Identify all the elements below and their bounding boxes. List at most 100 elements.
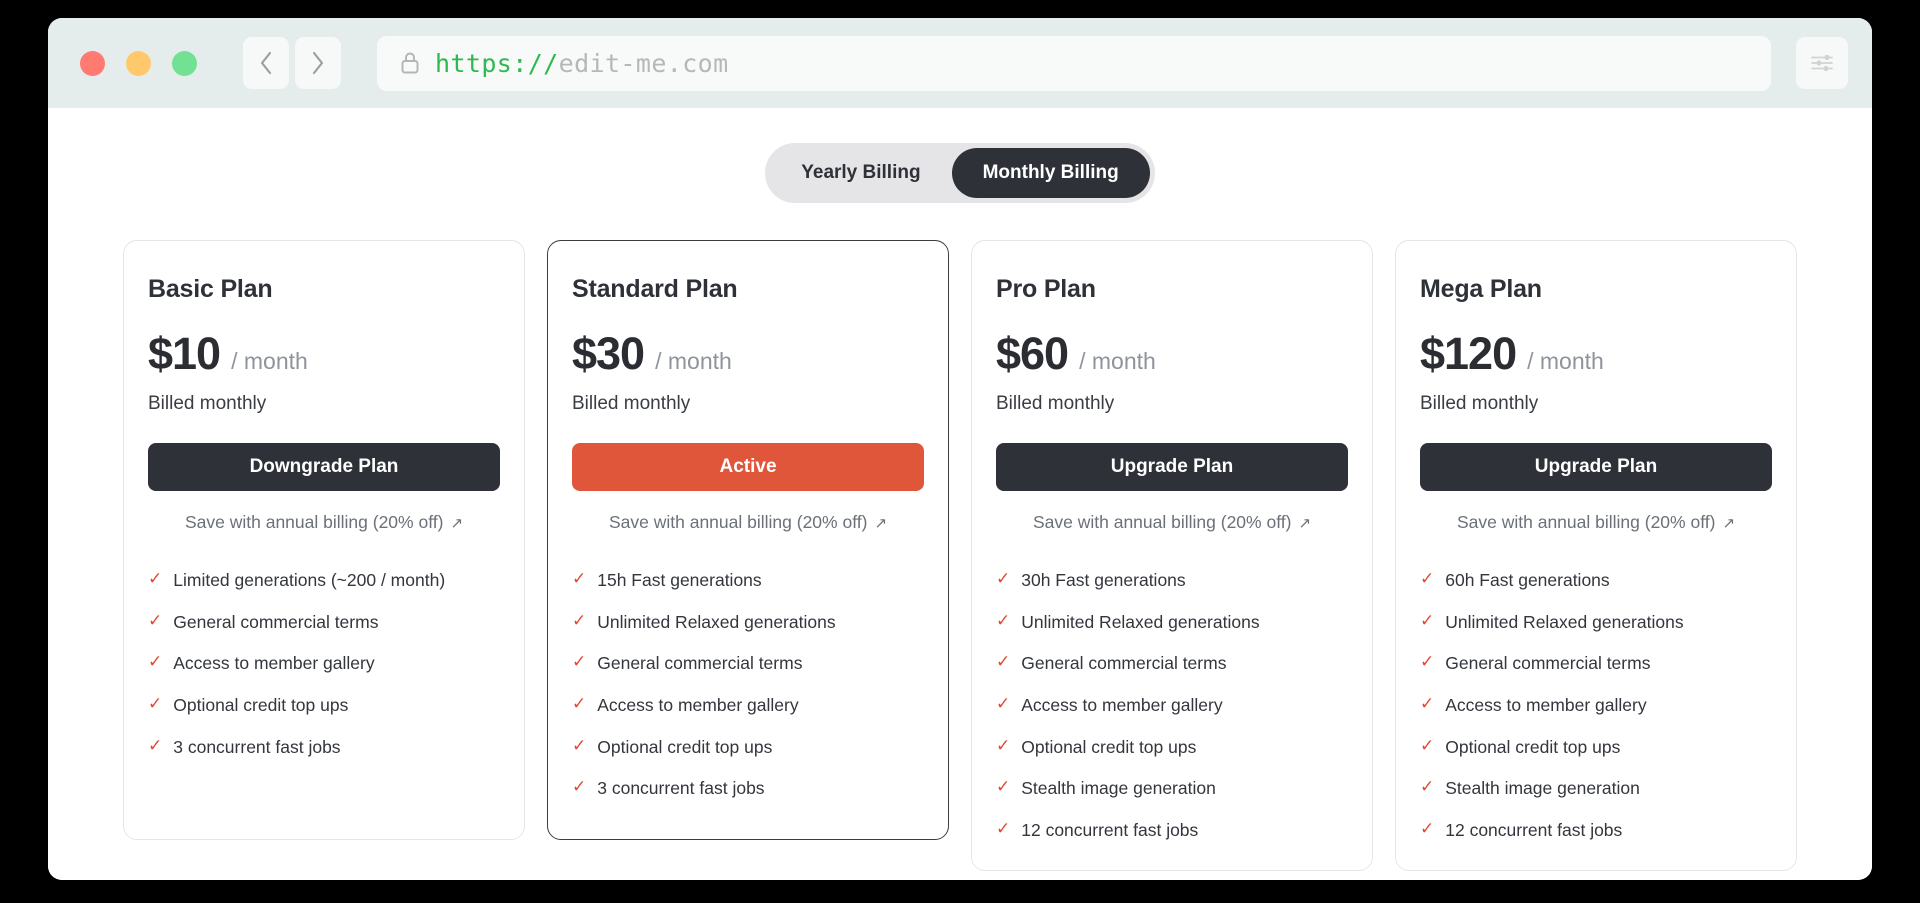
price-row: $10 / month xyxy=(148,331,500,376)
feature-label: Unlimited Relaxed generations xyxy=(597,611,836,632)
back-button[interactable] xyxy=(243,37,289,89)
traffic-lights xyxy=(80,50,197,76)
pricing-card: Pro Plan $60 / month Billed monthly Upgrade … xyxy=(971,240,1373,871)
arrow-up-right-icon: ↗ xyxy=(450,514,464,532)
check-icon: ✓ xyxy=(996,569,1011,588)
check-icon: ✓ xyxy=(148,610,163,630)
billed-note: Billed monthly xyxy=(148,393,267,414)
annual-billing-link[interactable]: Save with annual billing (20% off) ↗ xyxy=(572,512,924,533)
feature-item: ✓ Unlimited Relaxed generations xyxy=(572,610,924,632)
feature-item: ✓ Limited generations (~200 / month) xyxy=(148,570,500,590)
feature-label: General commercial terms xyxy=(1445,653,1651,674)
feature-label: Optional credit top ups xyxy=(173,694,349,715)
arrow-up-right-icon: ↗ xyxy=(1722,514,1736,532)
feature-item: ✓ 15h Fast generations xyxy=(572,570,924,590)
plan-cta-button[interactable]: Downgrade Plan xyxy=(148,443,500,491)
feature-item: ✓ Optional credit top ups xyxy=(148,695,500,715)
feature-list: ✓ Limited generations (~200 / month) ✓ Gene… xyxy=(148,570,500,757)
feature-label: 12 concurrent fast jobs xyxy=(1445,819,1623,840)
feature-item: ✓ Unlimited Relaxed generations xyxy=(1420,611,1772,632)
feature-label: Access to member gallery xyxy=(1445,694,1647,715)
annual-billing-link[interactable]: Save with annual billing (20% off) ↗ xyxy=(148,512,500,533)
billed-note: Billed monthly xyxy=(1420,393,1539,414)
check-icon: ✓ xyxy=(1420,735,1435,755)
price-row: $60 / month xyxy=(996,331,1348,376)
feature-label: General commercial terms xyxy=(597,653,803,674)
feature-item: ✓ 3 concurrent fast jobs xyxy=(148,736,500,757)
feature-label: Unlimited Relaxed generations xyxy=(1445,611,1684,632)
maximize-window-button[interactable] xyxy=(172,50,197,76)
annual-billing-label: Save with annual billing (20% off) xyxy=(1032,512,1292,532)
check-icon: ✓ xyxy=(1420,777,1435,797)
feature-label: Access to member gallery xyxy=(1021,694,1223,715)
lock-icon xyxy=(401,52,419,74)
toggle-monthly-billing[interactable]: Monthly Billing xyxy=(951,148,1150,198)
plan-name: Mega Plan xyxy=(1420,275,1542,303)
billing-toggle-container: Yearly Billing Monthly Billing xyxy=(70,108,1850,203)
billing-toggle: Yearly Billing Monthly Billing xyxy=(765,143,1155,203)
feature-item: ✓ Optional credit top ups xyxy=(996,735,1348,757)
sliders-icon xyxy=(1811,55,1833,71)
plan-cta-button[interactable]: Upgrade Plan xyxy=(996,443,1348,491)
price-period: / month xyxy=(655,348,732,374)
price-row: $30 / month xyxy=(572,331,924,376)
check-icon: ✓ xyxy=(148,652,163,672)
plan-cta-button[interactable]: Upgrade Plan xyxy=(1420,443,1772,491)
close-window-button[interactable] xyxy=(80,50,105,76)
feature-item: ✓ Access to member gallery xyxy=(572,695,924,715)
check-icon: ✓ xyxy=(996,735,1011,755)
feature-item: ✓ General commercial terms xyxy=(572,653,924,673)
url-host: edit-me.com xyxy=(558,48,729,78)
address-bar[interactable]: https://edit-me.com xyxy=(377,35,1771,91)
pricing-card: Standard Plan $30 / month Billed monthly Act… xyxy=(547,240,949,840)
minimize-window-button[interactable] xyxy=(126,50,151,76)
feature-item: ✓ 30h Fast generations xyxy=(996,570,1348,590)
forward-button[interactable] xyxy=(295,37,341,89)
feature-item: ✓ Access to member gallery xyxy=(148,653,500,673)
annual-billing-link[interactable]: Save with annual billing (20% off) ↗ xyxy=(996,512,1348,533)
billed-note: Billed monthly xyxy=(572,393,691,414)
feature-item: ✓ Stealth image generation xyxy=(996,778,1348,798)
price-period: / month xyxy=(231,348,308,374)
plan-name: Standard Plan xyxy=(572,275,738,303)
feature-label: 3 concurrent fast jobs xyxy=(173,736,341,757)
annual-billing-label: Save with annual billing (20% off) xyxy=(608,512,868,532)
plan-cta-button[interactable]: Active xyxy=(572,443,924,491)
feature-item: ✓ 12 concurrent fast jobs xyxy=(1420,819,1772,840)
check-icon: ✓ xyxy=(572,693,587,713)
feature-item: ✓ Access to member gallery xyxy=(996,695,1348,715)
annual-billing-link[interactable]: Save with annual billing (20% off) ↗ xyxy=(1420,512,1772,533)
feature-label: Limited generations (~200 / month) xyxy=(173,570,446,590)
check-icon: ✓ xyxy=(572,735,587,755)
feature-item: ✓ Access to member gallery xyxy=(1420,695,1772,715)
price-row: $120 / month xyxy=(1420,331,1772,376)
feature-label: 60h Fast generations xyxy=(1445,570,1610,590)
feature-label: Optional credit top ups xyxy=(597,736,773,757)
check-icon: ✓ xyxy=(572,652,587,672)
feature-label: General commercial terms xyxy=(173,611,379,632)
check-icon: ✓ xyxy=(148,693,163,713)
annual-billing-label: Save with annual billing (20% off) xyxy=(184,512,444,532)
chevron-right-icon xyxy=(312,51,324,75)
navigation-buttons xyxy=(243,37,341,89)
check-icon: ✓ xyxy=(996,610,1011,630)
check-icon: ✓ xyxy=(1420,569,1435,588)
price-amount: $10 xyxy=(148,328,221,379)
feature-label: 3 concurrent fast jobs xyxy=(597,778,765,799)
feature-label: 15h Fast generations xyxy=(597,570,762,590)
check-icon: ✓ xyxy=(996,818,1011,838)
check-icon: ✓ xyxy=(1420,693,1435,713)
annual-billing-label: Save with annual billing (20% off) xyxy=(1456,512,1716,532)
feature-label: Stealth image generation xyxy=(1021,778,1216,799)
url-text: https://edit-me.com xyxy=(435,49,729,78)
chevron-left-icon xyxy=(260,51,272,75)
url-protocol: https:// xyxy=(435,48,559,78)
check-icon: ✓ xyxy=(1420,652,1435,672)
toggle-yearly-billing[interactable]: Yearly Billing xyxy=(770,148,951,198)
browser-settings-button[interactable] xyxy=(1796,37,1848,89)
feature-label: Unlimited Relaxed generations xyxy=(1021,611,1260,632)
check-icon: ✓ xyxy=(572,569,587,588)
check-icon: ✓ xyxy=(572,610,587,630)
check-icon: ✓ xyxy=(572,777,587,797)
feature-list: ✓ 15h Fast generations ✓ Unlimited Relaxed … xyxy=(572,570,924,798)
